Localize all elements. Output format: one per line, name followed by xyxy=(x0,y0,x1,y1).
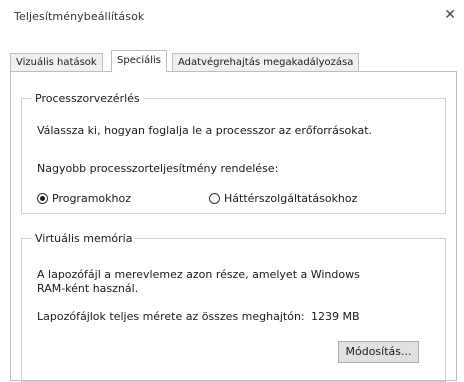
tab-visual-effects[interactable]: Vizuális hatások xyxy=(10,53,103,71)
radio-programs-indicator[interactable] xyxy=(37,193,48,204)
tab-panel-advanced: Processzorvezérlés Válassza ki, hogyan f… xyxy=(10,71,457,382)
radio-background-services-label: Háttérszolgáltatásokhoz xyxy=(224,192,358,205)
radio-background-services-indicator[interactable] xyxy=(209,193,220,204)
virtual-memory-title: Virtuális memória xyxy=(35,232,133,245)
tab-data-execution-prevention[interactable]: Adatvégrehajtás megakadályozása xyxy=(172,53,360,71)
tab-advanced[interactable]: Speciális xyxy=(111,50,168,72)
tab-strip: Vizuális hatások Speciális Adatvégrehajt… xyxy=(10,50,454,72)
radio-programs[interactable]: Programokhoz xyxy=(37,192,131,205)
radio-background-services[interactable]: Háttérszolgáltatásokhoz xyxy=(209,192,357,205)
processor-scheduling-title: Processzorvezérlés xyxy=(35,92,140,105)
paging-file-total-label: Lapozófájlok teljes mérete az összes meg… xyxy=(37,310,305,323)
processor-description: Válassza ki, hogyan foglalja le a proces… xyxy=(37,124,373,137)
virtual-memory-description-line1: A lapozófájl a merevlemez azon része, am… xyxy=(37,268,360,281)
close-icon[interactable]: ✕ xyxy=(444,8,456,22)
paging-file-total-value: 1239 MB xyxy=(311,310,360,323)
processor-prompt: Nagyobb processzorteljesítmény rendelése… xyxy=(37,162,279,175)
radio-programs-label: Programokhoz xyxy=(52,192,131,205)
virtual-memory-description-line2: RAM-ként használ. xyxy=(37,282,139,295)
change-button[interactable]: Módosítás... xyxy=(338,341,419,363)
window-title: Teljesítménybeállítások xyxy=(14,10,145,23)
